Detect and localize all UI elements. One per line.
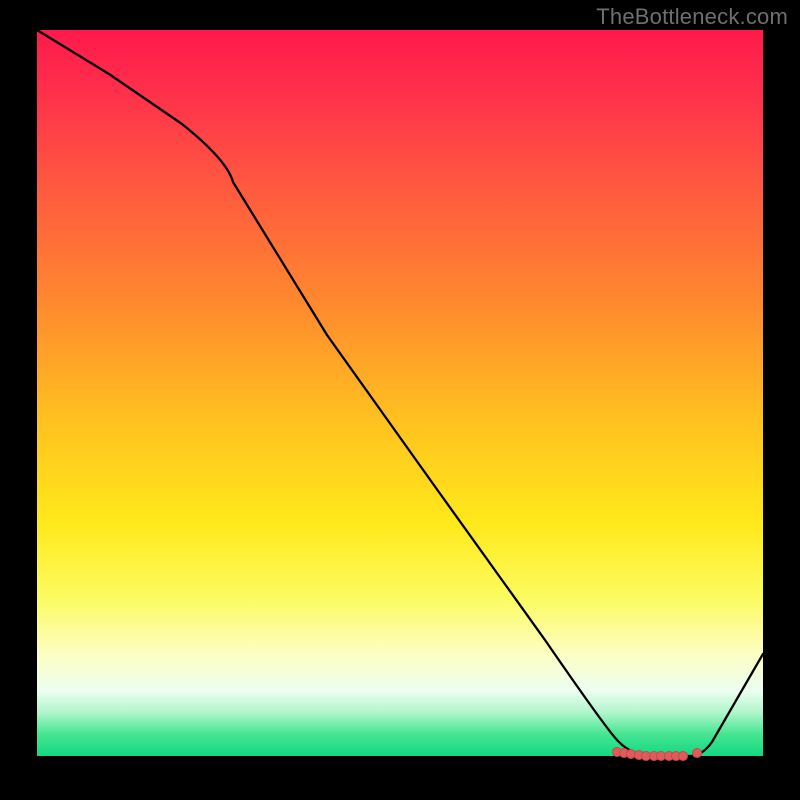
- optimal-marker: [678, 751, 688, 761]
- curve-path: [37, 30, 763, 756]
- bottleneck-curve: [37, 30, 763, 756]
- watermark-text: TheBottleneck.com: [596, 4, 788, 30]
- chart-frame: TheBottleneck.com: [0, 0, 800, 800]
- optimal-marker: [692, 748, 702, 758]
- plot-area: [37, 30, 763, 756]
